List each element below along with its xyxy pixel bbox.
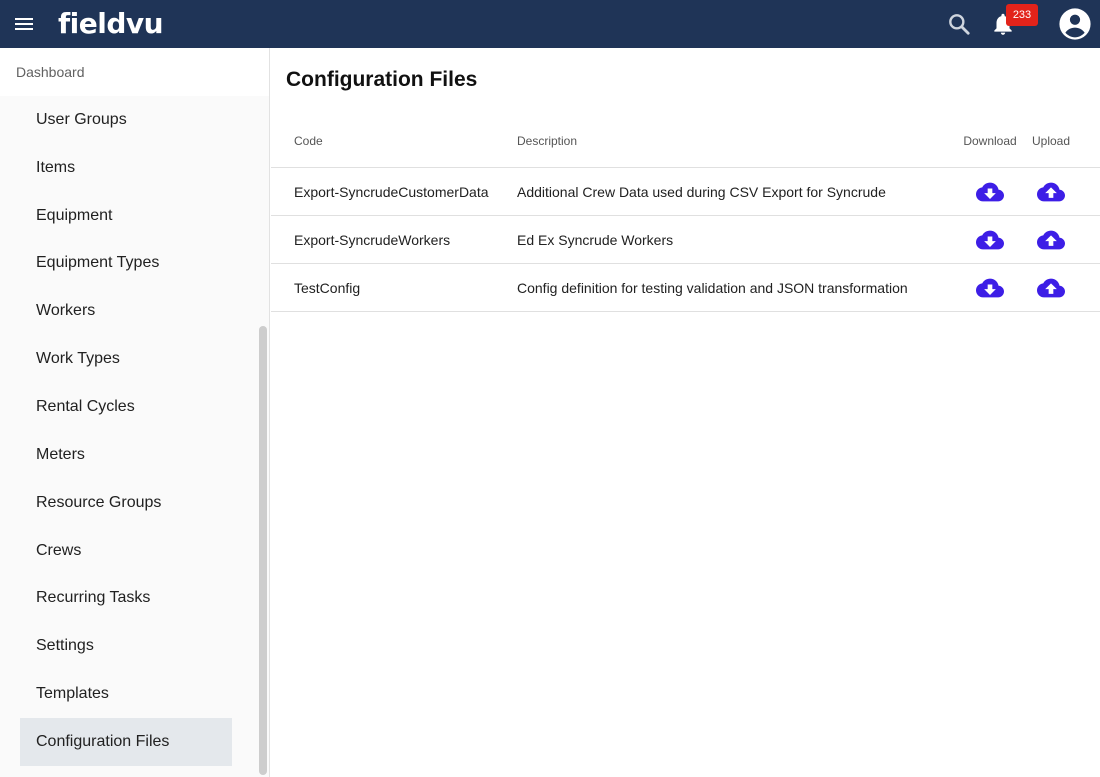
sidebar-item-equipment-types[interactable]: Equipment Types xyxy=(20,240,232,288)
sidebar-item-label: Resource Groups xyxy=(36,493,162,511)
row-description: Ed Ex Syncrude Workers xyxy=(517,231,674,248)
row-description: Config definition for testing validation… xyxy=(517,279,908,296)
cloud-download-icon[interactable] xyxy=(976,226,1004,254)
search-icon[interactable] xyxy=(946,11,972,37)
sidebar-scrollbar[interactable] xyxy=(259,326,267,775)
sidebar-item-resource-groups[interactable]: Resource Groups xyxy=(20,479,232,527)
sidebar-item-label: Configuration Files xyxy=(36,732,170,750)
sidebar-item-work-types[interactable]: Work Types xyxy=(20,335,232,383)
sidebar-item-label: Equipment Types xyxy=(36,254,160,272)
row-description: Additional Crew Data used during CSV Exp… xyxy=(517,183,886,200)
row-code: Export-SyncrudeWorkers xyxy=(294,231,451,248)
sidebar-item-label: Recurring Tasks xyxy=(36,589,151,607)
cloud-upload-icon[interactable] xyxy=(1037,226,1065,254)
sidebar-item-label: Rental Cycles xyxy=(36,397,135,415)
notification-badge: 233 xyxy=(1006,4,1038,26)
sidebar-item-recurring-tasks[interactable]: Recurring Tasks xyxy=(20,574,232,622)
sidebar-item-label: Workers xyxy=(36,302,96,320)
sidebar-item-templates[interactable]: Templates xyxy=(20,670,232,718)
sidebar-item-label: Work Types xyxy=(36,350,120,368)
main-content: Configuration Files Code Description Dow… xyxy=(271,48,1100,777)
column-header-download: Download xyxy=(963,134,1017,148)
sidebar-item-label: Templates xyxy=(36,685,109,703)
sidebar: Dashboard User Groups Items Equipment Eq… xyxy=(0,48,270,777)
sidebar-item-settings[interactable]: Settings xyxy=(20,622,232,670)
top-app-bar: fieldvu 233 xyxy=(0,0,1100,48)
table-header: Code Description Download Upload xyxy=(271,115,1100,168)
sidebar-item-configuration-files[interactable]: Configuration Files xyxy=(20,717,232,766)
cloud-download-icon[interactable] xyxy=(976,178,1004,206)
table-row: Export-SyncrudeWorkers Ed Ex Syncrude Wo… xyxy=(271,216,1100,264)
sidebar-item-label: Crews xyxy=(36,541,82,559)
row-code: TestConfig xyxy=(294,279,361,296)
fieldvu-logo[interactable]: fieldvu xyxy=(58,5,164,43)
sidebar-item-label: Settings xyxy=(36,637,94,655)
sidebar-item-equipment[interactable]: Equipment xyxy=(20,192,232,240)
row-code: Export-SyncrudeCustomerData xyxy=(294,183,489,200)
sidebar-breadcrumb[interactable]: Dashboard xyxy=(0,48,269,96)
table-row: TestConfig Config definition for testing… xyxy=(271,264,1100,312)
sidebar-item-rental-cycles[interactable]: Rental Cycles xyxy=(20,383,232,431)
cloud-upload-icon[interactable] xyxy=(1037,274,1065,302)
sidebar-item-label: Meters xyxy=(36,445,85,463)
cloud-download-icon[interactable] xyxy=(976,274,1004,302)
sidebar-item-label: Equipment xyxy=(36,206,113,224)
config-files-table: Code Description Download Upload Export-… xyxy=(271,115,1100,312)
cloud-upload-icon[interactable] xyxy=(1037,178,1065,206)
sidebar-item-items[interactable]: Items xyxy=(20,144,232,192)
sidebar-nav: User Groups Items Equipment Equipment Ty… xyxy=(20,96,232,766)
page-title: Configuration Files xyxy=(286,68,478,91)
sidebar-item-label: Items xyxy=(36,158,76,176)
sidebar-item-label: User Groups xyxy=(36,110,127,128)
table-row: Export-SyncrudeCustomerData Additional C… xyxy=(271,168,1100,216)
sidebar-item-workers[interactable]: Workers xyxy=(20,287,232,335)
menu-icon[interactable] xyxy=(12,12,36,36)
column-header-upload: Upload xyxy=(1031,134,1071,148)
account-circle-icon[interactable] xyxy=(1058,7,1092,41)
sidebar-item-crews[interactable]: Crews xyxy=(20,527,232,575)
sidebar-item-user-groups[interactable]: User Groups xyxy=(20,96,232,144)
column-header-code: Code xyxy=(294,134,323,148)
dashboard-link[interactable]: Dashboard xyxy=(16,64,85,80)
column-header-description: Description xyxy=(517,134,578,148)
sidebar-item-meters[interactable]: Meters xyxy=(20,431,232,479)
